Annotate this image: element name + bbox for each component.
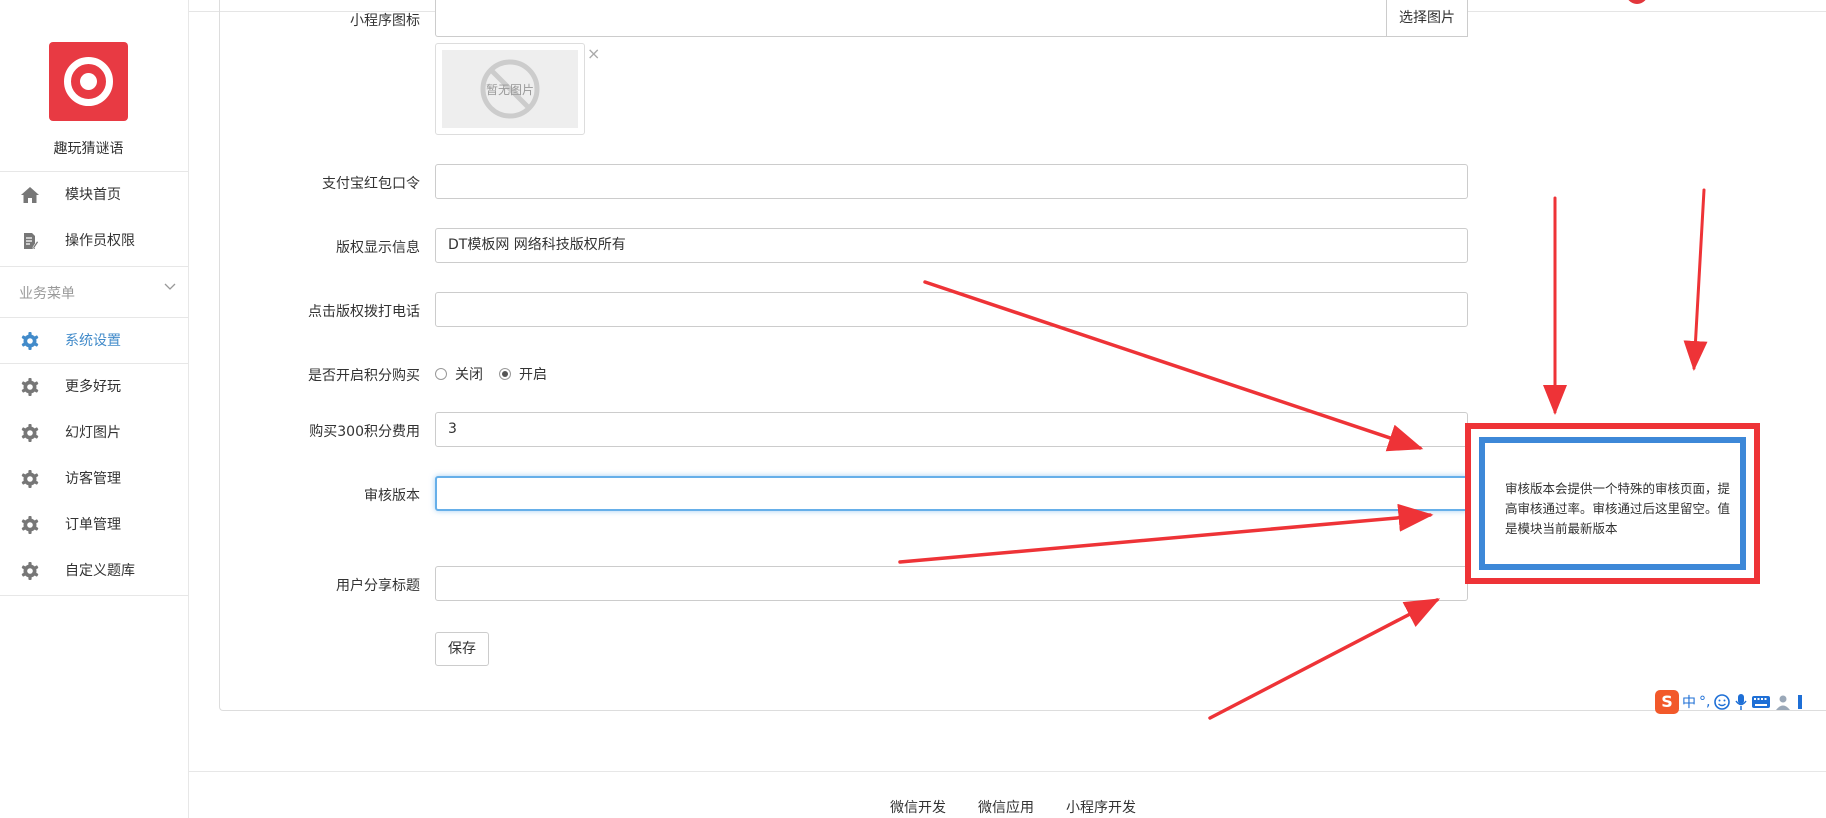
footer-link-wechat-apps[interactable]: 微信应用: [978, 797, 1034, 817]
gear-icon: [21, 516, 39, 534]
sidebar-item-slideshow[interactable]: 幻灯图片: [0, 409, 189, 455]
gear-icon: [21, 424, 39, 442]
sidebar-item-visitors[interactable]: 访客管理: [0, 455, 189, 501]
ime-mode-toggle[interactable]: 中: [1682, 692, 1696, 712]
points-purchase-radio-group: 关闭 开启: [435, 364, 547, 384]
radio-on-label: 开启: [519, 367, 547, 383]
radio-off-label: 关闭: [455, 367, 483, 383]
sidebar-item-label: 模块首页: [65, 187, 121, 203]
gear-icon: [21, 378, 39, 396]
choose-image-button[interactable]: 选择图片: [1386, 0, 1468, 37]
sidebar-item-label: 自定义题库: [65, 563, 135, 579]
footer-link-miniapp-dev[interactable]: 小程序开发: [1066, 797, 1136, 817]
sidebar-item-label: 访客管理: [65, 471, 121, 487]
copyright-phone-input[interactable]: [435, 292, 1468, 327]
miniapp-icon-input[interactable]: [435, 0, 1468, 37]
sidebar-item-label: 系统设置: [65, 333, 121, 349]
document-edit-icon: [24, 233, 39, 249]
sidebar-item-label: 操作员权限: [65, 233, 135, 249]
chevron-down-icon[interactable]: [163, 280, 177, 294]
copyright-info-label: 版权显示信息: [336, 240, 420, 256]
copyright-phone-label: 点击版权拨打电话: [308, 304, 420, 320]
ime-punctuation-toggle[interactable]: °,: [1699, 694, 1710, 710]
sidebar-item-system-settings[interactable]: 系统设置: [0, 317, 189, 363]
keyboard-icon[interactable]: [1751, 694, 1771, 710]
footer-links: 微信开发 微信应用 小程序开发: [890, 797, 1136, 817]
gear-icon: [21, 562, 39, 580]
footer-link-wechat-dev[interactable]: 微信开发: [890, 797, 946, 817]
more-icon[interactable]: [1795, 693, 1805, 711]
annotation-callout-inner: 审核版本会提供一个特殊的审核页面，提高审核通过率。审核通过后这里留空。值是模块当…: [1479, 437, 1746, 570]
points-cost-input[interactable]: 3: [435, 412, 1468, 447]
sidebar-item-module-home[interactable]: 模块首页: [0, 171, 189, 217]
emoji-icon[interactable]: [1713, 693, 1731, 711]
sidebar: 趣玩猜谜语 模块首页 操作员权限 业务菜单 系统设置 更多好玩 幻灯图片 访客管…: [0, 0, 189, 818]
review-version-label: 审核版本: [364, 488, 420, 504]
microphone-icon[interactable]: [1734, 693, 1748, 711]
save-button[interactable]: 保存: [435, 632, 489, 666]
sidebar-item-label: 订单管理: [65, 517, 121, 533]
app-logo: [49, 42, 128, 121]
copyright-info-input[interactable]: DT模板网 网络科技版权所有: [435, 228, 1468, 263]
annotation-text: 审核版本会提供一个特殊的审核页面，提高审核通过率。审核通过后这里留空。值是模块当…: [1505, 481, 1731, 536]
remove-image-icon[interactable]: ×: [587, 44, 600, 63]
points-cost-label: 购买300积分费用: [309, 424, 420, 440]
sogou-logo[interactable]: S: [1655, 689, 1679, 714]
miniapp-icon-label: 小程序图标: [350, 13, 420, 29]
points-purchase-label: 是否开启积分购买: [308, 368, 420, 384]
radio-on[interactable]: [499, 368, 511, 380]
gear-icon: [21, 332, 39, 350]
no-image-icon: 暂无图片: [480, 59, 540, 119]
user-icon[interactable]: [1774, 693, 1792, 711]
review-version-input[interactable]: [435, 476, 1468, 511]
ime-toolbar: S 中 °,: [1655, 688, 1826, 715]
sidebar-item-label: 幻灯图片: [65, 425, 121, 441]
image-thumbnail: 暂无图片: [435, 43, 585, 135]
sidebar-item-operator-permissions[interactable]: 操作员权限: [0, 217, 189, 263]
share-title-label: 用户分享标题: [336, 578, 420, 594]
annotation-callout: 审核版本会提供一个特殊的审核页面，提高审核通过率。审核通过后这里留空。值是模块当…: [1465, 423, 1760, 584]
no-image-text: 暂无图片: [486, 83, 534, 97]
share-title-input[interactable]: [435, 566, 1468, 601]
sidebar-item-label: 更多好玩: [65, 379, 121, 395]
sidebar-item-orders[interactable]: 订单管理: [0, 501, 189, 547]
app-name: 趣玩猜谜语: [53, 141, 124, 157]
alipay-password-label: 支付宝红包口令: [322, 176, 420, 192]
radio-off[interactable]: [435, 368, 447, 380]
sidebar-item-more-fun[interactable]: 更多好玩: [0, 363, 189, 409]
sidebar-item-custom-questions[interactable]: 自定义题库: [0, 547, 189, 593]
home-icon: [21, 187, 39, 203]
gear-icon: [21, 470, 39, 488]
sidebar-group-title: 业务菜单: [19, 286, 75, 302]
footer-divider: [189, 771, 1826, 772]
alipay-password-input[interactable]: [435, 164, 1468, 199]
